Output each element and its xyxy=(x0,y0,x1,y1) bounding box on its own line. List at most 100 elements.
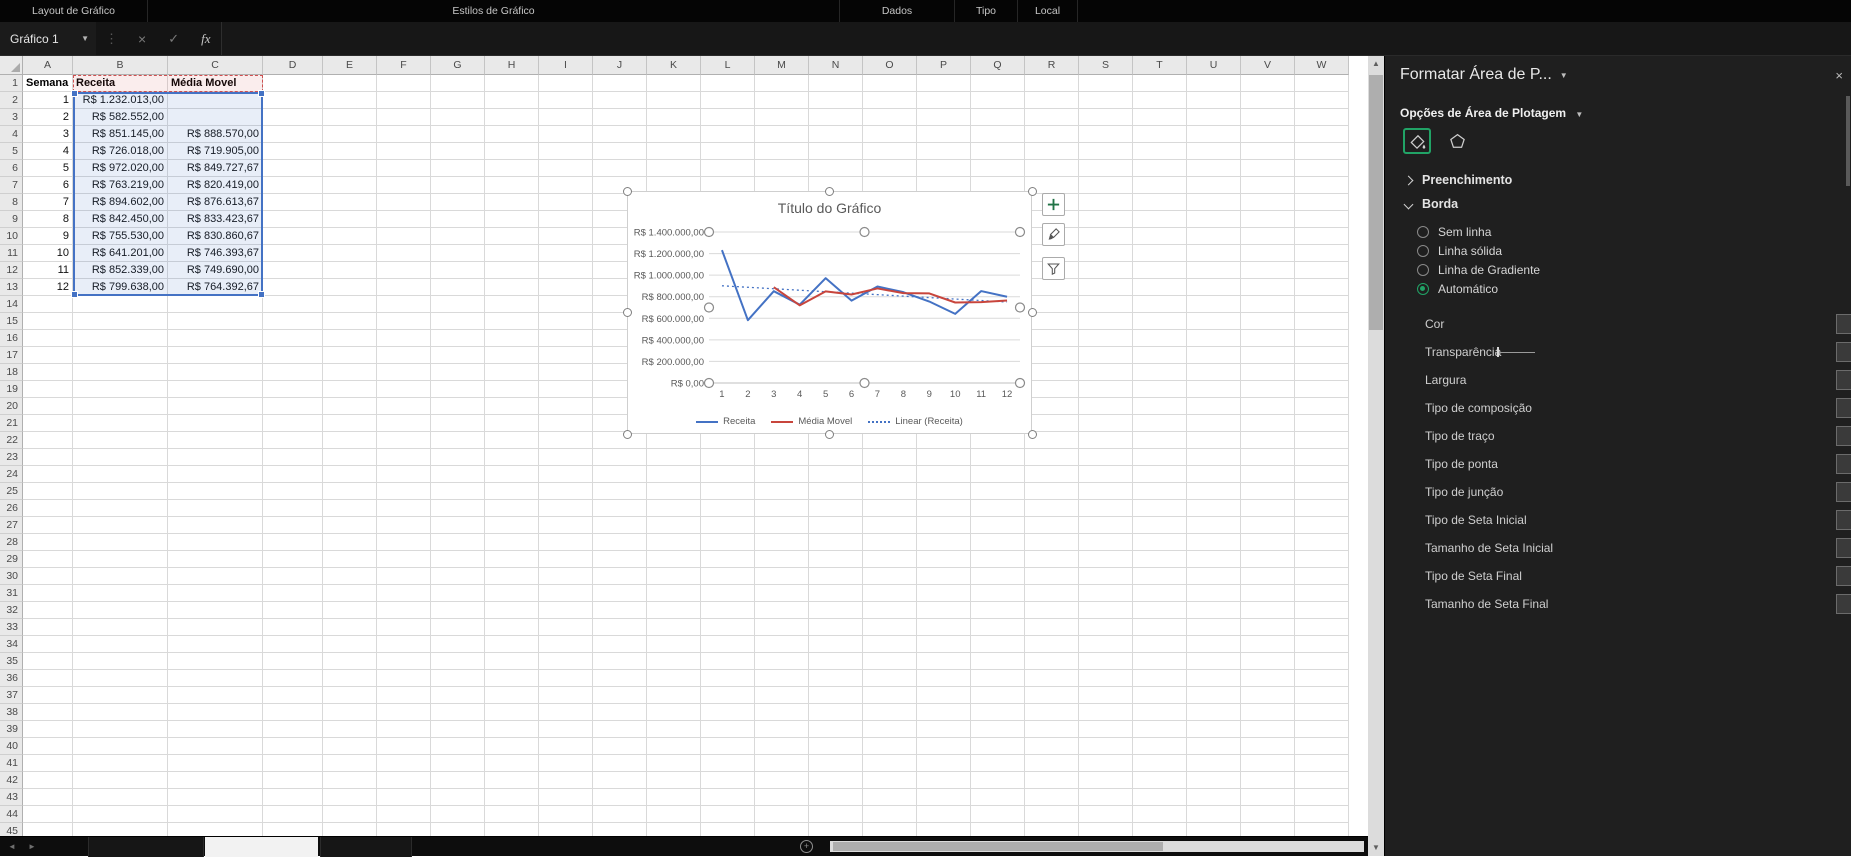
cell-M3[interactable] xyxy=(755,109,809,126)
cell-U43[interactable] xyxy=(1187,789,1241,806)
cell-M35[interactable] xyxy=(755,653,809,670)
cell-G32[interactable] xyxy=(431,602,485,619)
cell-A13[interactable]: 12 xyxy=(23,279,73,296)
cell-P30[interactable] xyxy=(917,568,971,585)
cell-J35[interactable] xyxy=(593,653,647,670)
cell-R2[interactable] xyxy=(1025,92,1079,109)
radio-linha-de-gradiente[interactable]: Linha de Gradiente xyxy=(1385,260,1851,279)
cell-S7[interactable] xyxy=(1079,177,1133,194)
cell-T30[interactable] xyxy=(1133,568,1187,585)
cell-S2[interactable] xyxy=(1079,92,1133,109)
cell-U14[interactable] xyxy=(1187,296,1241,313)
cell-U38[interactable] xyxy=(1187,704,1241,721)
cell-E5[interactable] xyxy=(323,143,377,160)
cell-V4[interactable] xyxy=(1241,126,1295,143)
legend-item-linear[interactable]: Linear (Receita) xyxy=(868,416,963,427)
cell-G14[interactable] xyxy=(431,296,485,313)
cell-G10[interactable] xyxy=(431,228,485,245)
cell-I40[interactable] xyxy=(539,738,593,755)
cell-I6[interactable] xyxy=(539,160,593,177)
cell-T23[interactable] xyxy=(1133,449,1187,466)
cell-A44[interactable] xyxy=(23,806,73,823)
cell-W24[interactable] xyxy=(1295,466,1349,483)
cell-F5[interactable] xyxy=(377,143,431,160)
cell-D8[interactable] xyxy=(263,194,323,211)
cell-G16[interactable] xyxy=(431,330,485,347)
row-header-3[interactable]: 3 xyxy=(0,109,23,126)
dropdown-control[interactable] xyxy=(1836,482,1851,502)
cell-H35[interactable] xyxy=(485,653,539,670)
cell-B14[interactable] xyxy=(73,296,168,313)
cell-A26[interactable] xyxy=(23,500,73,517)
cell-V1[interactable] xyxy=(1241,75,1295,92)
column-header-G[interactable]: G xyxy=(431,56,485,75)
cell-A1[interactable]: Semana xyxy=(23,75,73,92)
column-header-Q[interactable]: Q xyxy=(971,56,1025,75)
row-header-21[interactable]: 21 xyxy=(0,415,23,432)
cell-J43[interactable] xyxy=(593,789,647,806)
cell-W17[interactable] xyxy=(1295,347,1349,364)
radio-autom-tico[interactable]: Automático xyxy=(1385,279,1851,298)
cell-D11[interactable] xyxy=(263,245,323,262)
cell-M34[interactable] xyxy=(755,636,809,653)
column-header-R[interactable]: R xyxy=(1025,56,1079,75)
cell-P43[interactable] xyxy=(917,789,971,806)
cell-G1[interactable] xyxy=(431,75,485,92)
cell-C28[interactable] xyxy=(168,534,263,551)
cell-S29[interactable] xyxy=(1079,551,1133,568)
cell-F2[interactable] xyxy=(377,92,431,109)
cell-E16[interactable] xyxy=(323,330,377,347)
cell-B42[interactable] xyxy=(73,772,168,789)
cell-F23[interactable] xyxy=(377,449,431,466)
cell-P34[interactable] xyxy=(917,636,971,653)
cell-S26[interactable] xyxy=(1079,500,1133,517)
tab-nav-left-icon[interactable]: ◄ xyxy=(8,842,16,851)
cell-B3[interactable]: R$ 582.552,00 xyxy=(73,109,168,126)
column-header-J[interactable]: J xyxy=(593,56,647,75)
cell-B17[interactable] xyxy=(73,347,168,364)
cell-D19[interactable] xyxy=(263,381,323,398)
cell-E33[interactable] xyxy=(323,619,377,636)
cell-T8[interactable] xyxy=(1133,194,1187,211)
cell-C39[interactable] xyxy=(168,721,263,738)
row-header-25[interactable]: 25 xyxy=(0,483,23,500)
cell-Q3[interactable] xyxy=(971,109,1025,126)
cell-I8[interactable] xyxy=(539,194,593,211)
cell-J2[interactable] xyxy=(593,92,647,109)
cell-R26[interactable] xyxy=(1025,500,1079,517)
cell-J41[interactable] xyxy=(593,755,647,772)
cell-M37[interactable] xyxy=(755,687,809,704)
cell-R31[interactable] xyxy=(1025,585,1079,602)
cell-B26[interactable] xyxy=(73,500,168,517)
cell-G37[interactable] xyxy=(431,687,485,704)
cell-G40[interactable] xyxy=(431,738,485,755)
cell-I4[interactable] xyxy=(539,126,593,143)
cell-K37[interactable] xyxy=(647,687,701,704)
cell-I36[interactable] xyxy=(539,670,593,687)
cell-R37[interactable] xyxy=(1025,687,1079,704)
cell-T33[interactable] xyxy=(1133,619,1187,636)
cell-B34[interactable] xyxy=(73,636,168,653)
cell-S22[interactable] xyxy=(1079,432,1133,449)
cell-D6[interactable] xyxy=(263,160,323,177)
cell-A12[interactable]: 11 xyxy=(23,262,73,279)
cell-V28[interactable] xyxy=(1241,534,1295,551)
cell-W27[interactable] xyxy=(1295,517,1349,534)
cell-V21[interactable] xyxy=(1241,415,1295,432)
cell-L34[interactable] xyxy=(701,636,755,653)
cell-A42[interactable] xyxy=(23,772,73,789)
cell-P31[interactable] xyxy=(917,585,971,602)
column-header-F[interactable]: F xyxy=(377,56,431,75)
cell-Q28[interactable] xyxy=(971,534,1025,551)
cell-N1[interactable] xyxy=(809,75,863,92)
cell-B6[interactable]: R$ 972.020,00 xyxy=(73,160,168,177)
cell-N24[interactable] xyxy=(809,466,863,483)
cell-S6[interactable] xyxy=(1079,160,1133,177)
cell-W31[interactable] xyxy=(1295,585,1349,602)
cell-H38[interactable] xyxy=(485,704,539,721)
cell-I32[interactable] xyxy=(539,602,593,619)
cell-F27[interactable] xyxy=(377,517,431,534)
cell-O29[interactable] xyxy=(863,551,917,568)
cell-E13[interactable] xyxy=(323,279,377,296)
cell-W35[interactable] xyxy=(1295,653,1349,670)
